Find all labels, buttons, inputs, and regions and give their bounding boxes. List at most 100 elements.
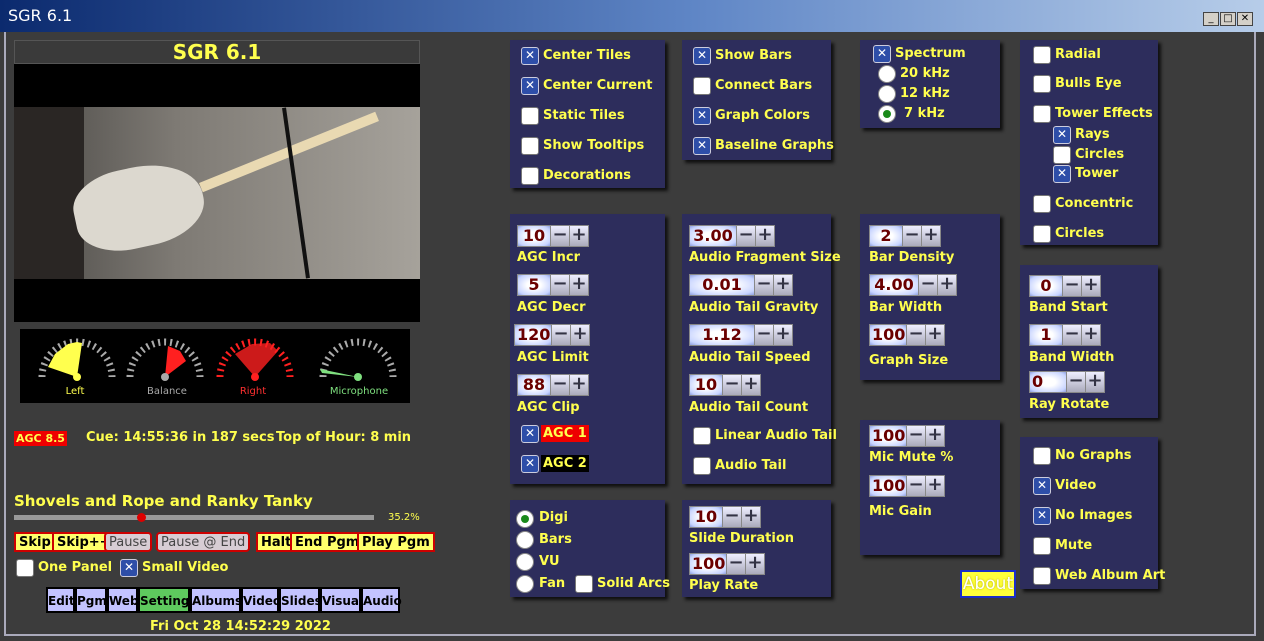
- connect-bars-checkbox[interactable]: [693, 77, 711, 95]
- minus-icon[interactable]: −: [918, 275, 937, 295]
- gravity-spinner[interactable]: 0.01− +: [689, 274, 793, 296]
- fragment-spinner[interactable]: 3.00− +: [689, 225, 775, 247]
- concentric-checkbox[interactable]: [1033, 195, 1051, 213]
- radio-vu[interactable]: [516, 553, 534, 571]
- center-current-checkbox[interactable]: [521, 77, 539, 95]
- circles-checkbox[interactable]: [1033, 225, 1051, 243]
- minus-icon[interactable]: −: [736, 226, 755, 246]
- minus-icon[interactable]: −: [551, 325, 570, 345]
- minus-icon[interactable]: −: [754, 275, 773, 295]
- plus-icon[interactable]: +: [569, 226, 588, 246]
- graph-size-value[interactable]: 100: [870, 325, 906, 345]
- band-width-spinner[interactable]: 1− +: [1029, 324, 1101, 346]
- minus-icon[interactable]: −: [1066, 372, 1085, 392]
- agc-limit-value[interactable]: 120: [515, 325, 551, 345]
- radio-bars[interactable]: [516, 531, 534, 549]
- minus-icon[interactable]: −: [754, 325, 773, 345]
- close-icon[interactable]: ✕: [1237, 12, 1253, 26]
- band-start-spinner[interactable]: 0− +: [1029, 275, 1101, 297]
- tower-effects-checkbox[interactable]: [1033, 105, 1051, 123]
- minus-icon[interactable]: −: [550, 275, 569, 295]
- band-start-value[interactable]: 0: [1030, 276, 1062, 296]
- plus-icon[interactable]: +: [925, 325, 944, 345]
- baseline-graphs-checkbox[interactable]: [693, 137, 711, 155]
- mic-mute-value[interactable]: 100: [870, 426, 906, 446]
- count-spinner[interactable]: 10− +: [689, 374, 761, 396]
- graph-size-spinner[interactable]: 100− +: [869, 324, 945, 346]
- minus-icon[interactable]: −: [722, 375, 741, 395]
- plus-icon[interactable]: +: [755, 226, 774, 246]
- radio-20khz[interactable]: [878, 65, 896, 83]
- solid-arcs-checkbox[interactable]: [575, 575, 593, 593]
- maximize-icon[interactable]: □: [1220, 12, 1236, 26]
- web-album-art-checkbox[interactable]: [1033, 567, 1051, 585]
- agc-incr-spinner[interactable]: 10− +: [517, 225, 589, 247]
- slide-duration-spinner[interactable]: 10− +: [689, 506, 761, 528]
- radial-checkbox[interactable]: [1033, 46, 1051, 64]
- radio-12khz[interactable]: [878, 85, 896, 103]
- bulls-eye-checkbox[interactable]: [1033, 75, 1051, 93]
- mic-mute-spinner[interactable]: 100− +: [869, 425, 945, 447]
- tab-albums[interactable]: Albums: [190, 587, 242, 613]
- mute-checkbox[interactable]: [1033, 537, 1051, 555]
- agc-clip-value[interactable]: 88: [518, 375, 550, 395]
- plus-icon[interactable]: +: [1081, 276, 1100, 296]
- graph-colors-checkbox[interactable]: [693, 107, 711, 125]
- plus-icon[interactable]: +: [1085, 372, 1104, 392]
- agc-incr-value[interactable]: 10: [518, 226, 550, 246]
- agc-decr-value[interactable]: 5: [518, 275, 550, 295]
- agc1-checkbox[interactable]: [521, 425, 539, 443]
- video-checkbox[interactable]: [1033, 477, 1051, 495]
- mic-gain-spinner[interactable]: 100− +: [869, 475, 945, 497]
- band-width-value[interactable]: 1: [1030, 325, 1062, 345]
- gravity-value[interactable]: 0.01: [690, 275, 754, 295]
- no-graphs-checkbox[interactable]: [1033, 447, 1051, 465]
- agc2-checkbox[interactable]: [521, 455, 539, 473]
- pause-at-end-button[interactable]: Pause @ End: [156, 532, 251, 552]
- plus-icon[interactable]: +: [773, 325, 792, 345]
- ray-rotate-spinner[interactable]: 0− +: [1029, 371, 1105, 393]
- play-rate-value[interactable]: 100: [690, 554, 726, 574]
- no-images-checkbox[interactable]: [1033, 507, 1051, 525]
- tab-web[interactable]: Web: [107, 587, 139, 613]
- agc-limit-spinner[interactable]: 120− +: [514, 324, 590, 346]
- minus-icon[interactable]: −: [550, 226, 569, 246]
- tab-video[interactable]: Video: [241, 587, 281, 613]
- play-pgm-button[interactable]: Play Pgm: [357, 532, 435, 552]
- show-bars-checkbox[interactable]: [693, 47, 711, 65]
- radio-fan[interactable]: [516, 575, 534, 593]
- progress-knob[interactable]: [136, 513, 146, 522]
- radio-digi[interactable]: [516, 510, 534, 528]
- small-video-checkbox[interactable]: [120, 559, 138, 577]
- spectrum-checkbox[interactable]: [873, 45, 891, 63]
- plus-icon[interactable]: +: [773, 275, 792, 295]
- minus-icon[interactable]: −: [906, 426, 925, 446]
- speed-value[interactable]: 1.12: [690, 325, 754, 345]
- end-pgm-button[interactable]: End Pgm: [290, 532, 365, 552]
- speed-spinner[interactable]: 1.12− +: [689, 324, 793, 346]
- tab-visual[interactable]: Visual: [320, 587, 363, 613]
- bar-density-value[interactable]: 2: [870, 226, 902, 246]
- audio-tail-checkbox[interactable]: [693, 457, 711, 475]
- minus-icon[interactable]: −: [1062, 276, 1081, 296]
- play-rate-spinner[interactable]: 100− +: [689, 553, 765, 575]
- show-tooltips-checkbox[interactable]: [521, 137, 539, 155]
- plus-icon[interactable]: +: [921, 226, 940, 246]
- radio-7khz[interactable]: [878, 105, 896, 123]
- center-tiles-checkbox[interactable]: [521, 47, 539, 65]
- progress-bar[interactable]: [14, 513, 374, 522]
- plus-icon[interactable]: +: [741, 375, 760, 395]
- agc-decr-spinner[interactable]: 5− +: [517, 274, 589, 296]
- linear-tail-checkbox[interactable]: [693, 427, 711, 445]
- minus-icon[interactable]: −: [726, 554, 745, 574]
- bar-density-spinner[interactable]: 2− +: [869, 225, 941, 247]
- decorations-checkbox[interactable]: [521, 167, 539, 185]
- plus-icon[interactable]: +: [569, 375, 588, 395]
- plus-icon[interactable]: +: [1081, 325, 1100, 345]
- minus-icon[interactable]: −: [550, 375, 569, 395]
- video-player[interactable]: [14, 64, 420, 322]
- tower-checkbox[interactable]: [1053, 165, 1071, 183]
- fragment-value[interactable]: 3.00: [690, 226, 736, 246]
- plus-icon[interactable]: +: [570, 325, 589, 345]
- one-panel-checkbox[interactable]: [16, 559, 34, 577]
